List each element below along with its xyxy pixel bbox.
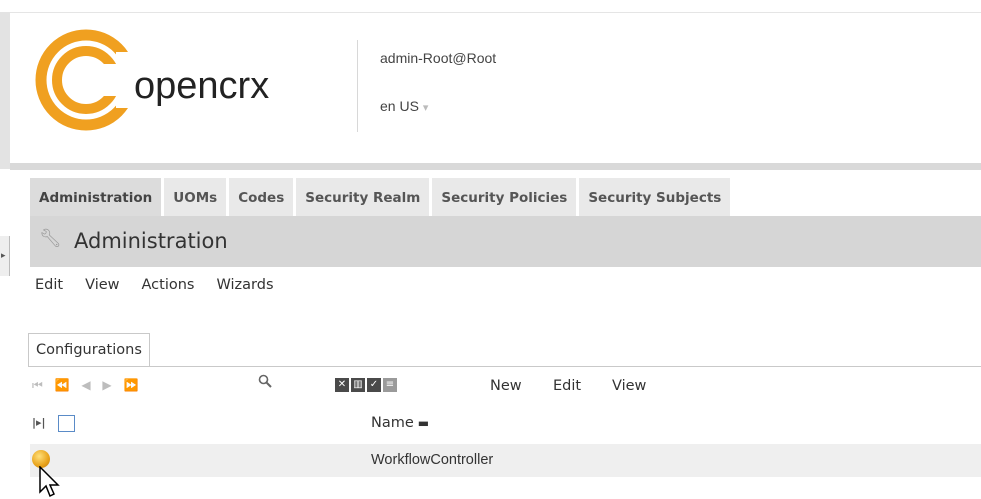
top-band	[0, 0, 981, 12]
edit-button[interactable]: Edit	[553, 378, 581, 394]
search-icon[interactable]	[258, 374, 272, 388]
tab-configurations[interactable]: Configurations	[28, 333, 150, 367]
wrench-icon: 🔧︎	[39, 228, 62, 249]
mouse-cursor-icon	[39, 466, 60, 498]
pager-controls[interactable]: ⏮ ⏪ ◀ ▶ ⏩	[32, 378, 142, 393]
locale-value: en US	[380, 98, 419, 114]
column-picker-icon[interactable]: |▸|	[32, 416, 46, 429]
main-tabs: Administration UOMs Codes Security Realm…	[30, 178, 733, 216]
page-title-bar: 🔧︎ Administration	[30, 216, 981, 267]
column-header-label: Name	[371, 415, 414, 431]
menu-view[interactable]: View	[85, 277, 119, 293]
tab-administration[interactable]: Administration	[30, 178, 162, 216]
grid-view-icons: ✕ ▥ ✓ ≡	[335, 378, 397, 392]
header-divider	[357, 40, 358, 132]
header-side-shade	[0, 12, 10, 169]
tab-security-realm[interactable]: Security Realm	[296, 178, 430, 216]
tab-security-policies[interactable]: Security Policies	[432, 178, 577, 216]
clear-filter-icon[interactable]: ✕	[335, 378, 349, 392]
list-icon[interactable]: ≡	[383, 378, 397, 392]
tab-uoms[interactable]: UOMs	[164, 178, 227, 216]
new-button[interactable]: New	[490, 378, 522, 394]
view-button[interactable]: View	[612, 378, 646, 394]
column-header-name[interactable]: Name ▬	[371, 415, 429, 431]
tab-security-subjects[interactable]: Security Subjects	[579, 178, 731, 216]
check-icon[interactable]: ✓	[367, 378, 381, 392]
columns-icon[interactable]: ▥	[351, 378, 365, 392]
locale-selector[interactable]: en US ▾	[380, 98, 428, 114]
menu-edit[interactable]: Edit	[35, 277, 63, 293]
grid-toolbar: ⏮ ⏪ ◀ ▶ ⏩ ✕ ▥ ✓ ≡ New Edit View	[30, 372, 981, 402]
chevron-right-icon: ▸	[1, 251, 6, 261]
user-label[interactable]: admin-Root@Root	[380, 50, 496, 66]
menu-actions[interactable]: Actions	[142, 277, 195, 293]
opencrx-logo[interactable]: opencrx	[24, 22, 344, 142]
action-menu: Edit View Actions Wizards	[35, 277, 296, 293]
tab-codes[interactable]: Codes	[229, 178, 294, 216]
grid-header-row: |▸| Name ▬	[30, 410, 981, 440]
chevron-down-icon: ▾	[422, 102, 429, 114]
page-title: Administration	[74, 229, 228, 253]
sort-icon[interactable]: ▬	[418, 416, 429, 430]
cell-name[interactable]: WorkflowController	[371, 452, 493, 468]
grid-divider	[28, 366, 981, 367]
menu-wizards[interactable]: Wizards	[216, 277, 273, 293]
sidebar-toggle[interactable]: ▸	[0, 236, 10, 276]
select-all-checkbox[interactable]	[58, 415, 75, 432]
table-row[interactable]: WorkflowController	[30, 444, 981, 477]
brand-wordmark: opencrx	[134, 65, 269, 107]
